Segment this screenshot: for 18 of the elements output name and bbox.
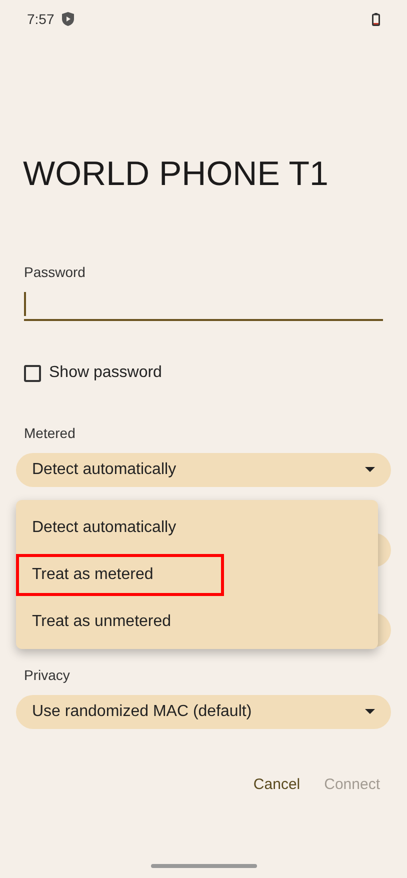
shield-icon	[62, 12, 74, 26]
dropdown[interactable]: Detect automatically	[16, 453, 391, 487]
text-cursor	[24, 292, 26, 316]
password-label: Password	[24, 263, 86, 282]
show-password-label: Show password	[49, 363, 162, 383]
status-time: 7:57	[27, 10, 54, 28]
menu-item[interactable]: Detect automatically	[19, 510, 176, 546]
dialog-button[interactable]: Cancel	[251, 774, 302, 796]
battery-icon	[372, 12, 380, 26]
password-field[interactable]	[24, 289, 383, 321]
metered-label: Metered	[24, 424, 76, 443]
privacy-label: Privacy	[23, 666, 71, 685]
menu-item[interactable]: Treat as unmetered	[19, 604, 172, 640]
dropdown-arrow-icon	[365, 467, 375, 473]
network-title: WORLD PHONE T1	[22, 154, 330, 194]
show-password-checkbox[interactable]	[24, 364, 41, 382]
dropdown[interactable]: Use randomized MAC (default)	[16, 695, 391, 729]
dropdown-arrow-icon	[365, 709, 375, 715]
